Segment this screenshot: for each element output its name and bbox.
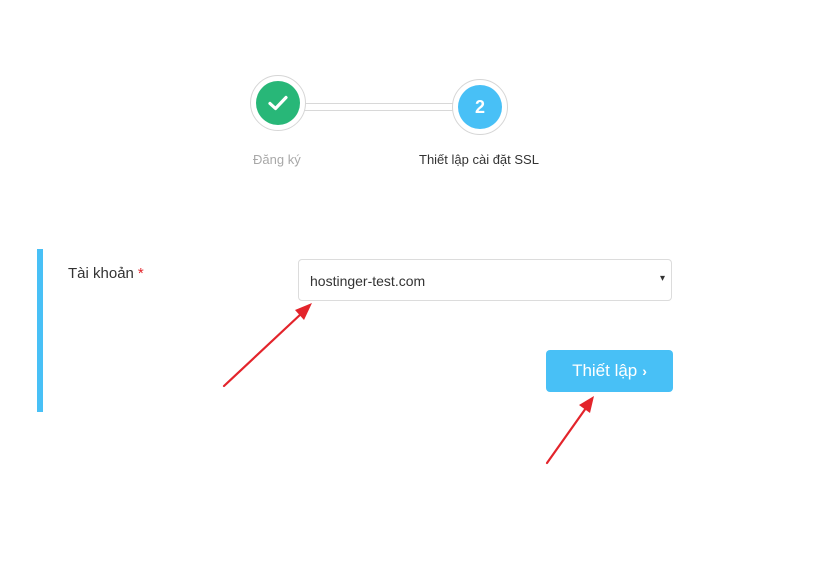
step-1-circle xyxy=(256,81,300,125)
required-marker: * xyxy=(137,265,144,282)
account-select[interactable]: hostinger-test.com ▾ xyxy=(298,259,672,301)
step-1-indicator xyxy=(250,75,306,131)
step-2-circle: 2 xyxy=(458,85,502,129)
setup-button-label: Thiết lập xyxy=(572,361,638,380)
stepper-connector-line xyxy=(300,103,458,111)
check-icon xyxy=(268,95,288,111)
account-select-value: hostinger-test.com xyxy=(310,273,426,289)
red-arrow-icon xyxy=(545,396,594,465)
account-field-label: Tài khoản * xyxy=(68,265,144,282)
account-label-text: Tài khoản xyxy=(68,265,134,282)
step-1-label: Đăng ký xyxy=(253,152,301,167)
chevron-down-icon: ▾ xyxy=(659,273,665,284)
step-2-indicator: 2 xyxy=(452,79,508,135)
step-2-label: Thiết lập cài đặt SSL xyxy=(419,152,539,167)
form-panel-accent-bar xyxy=(37,249,43,412)
setup-button[interactable]: Thiết lập › xyxy=(546,350,673,392)
step-2-number: 2 xyxy=(474,96,485,117)
red-arrow-icon xyxy=(222,303,312,388)
chevron-right-icon: › xyxy=(642,363,647,379)
